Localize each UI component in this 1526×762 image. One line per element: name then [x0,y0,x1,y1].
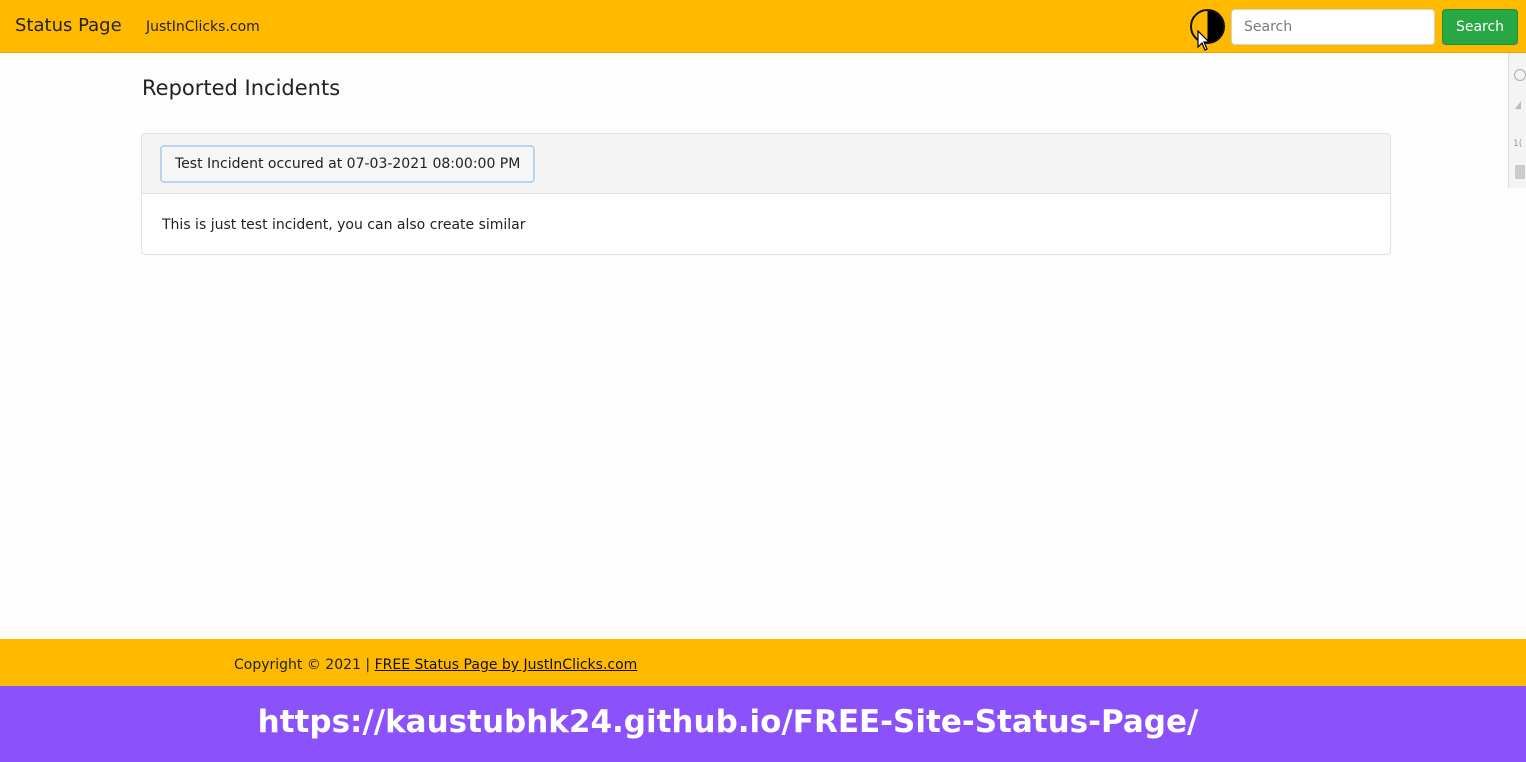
status-page-app: Status Page JustInClicks.com Search 1( R… [0,0,1526,762]
page-title: Reported Incidents [142,76,341,100]
square-icon [1515,165,1525,179]
nav-link-justinclicks[interactable]: JustInClicks.com [146,17,260,37]
incident-description: This is just test incident, you can also… [162,217,526,233]
url-banner: https://kaustubhk24.github.io/FREE-Site-… [0,686,1526,762]
mouse-cursor-icon [1197,30,1211,51]
url-banner-text: https://kaustubhk24.github.io/FREE-Site-… [257,704,1199,740]
top-navbar: Status Page JustInClicks.com Search [0,0,1526,53]
page-footer: Copyright © 2021 | FREE Status Page by J… [0,639,1526,686]
incident-card: Test Incident occured at 07-03-2021 08:0… [141,133,1391,255]
incident-card-header: Test Incident occured at 07-03-2021 08:0… [142,134,1390,194]
brand-link[interactable]: Status Page [15,14,122,38]
incident-toggle-button[interactable]: Test Incident occured at 07-03-2021 08:0… [160,145,536,183]
copyright-text: Copyright © 2021 | [234,657,375,673]
search-button[interactable]: Search [1442,9,1518,45]
clipped-side-panel: 1( [1508,53,1526,188]
footer-link[interactable]: FREE Status Page by JustInClicks.com [375,657,638,673]
triangle-icon [1515,101,1521,109]
pin-icon [1514,69,1526,81]
search-input[interactable] [1231,9,1435,45]
footer-text: Copyright © 2021 | FREE Status Page by J… [234,655,637,675]
clipped-zoom-text: 1( [1513,139,1523,149]
